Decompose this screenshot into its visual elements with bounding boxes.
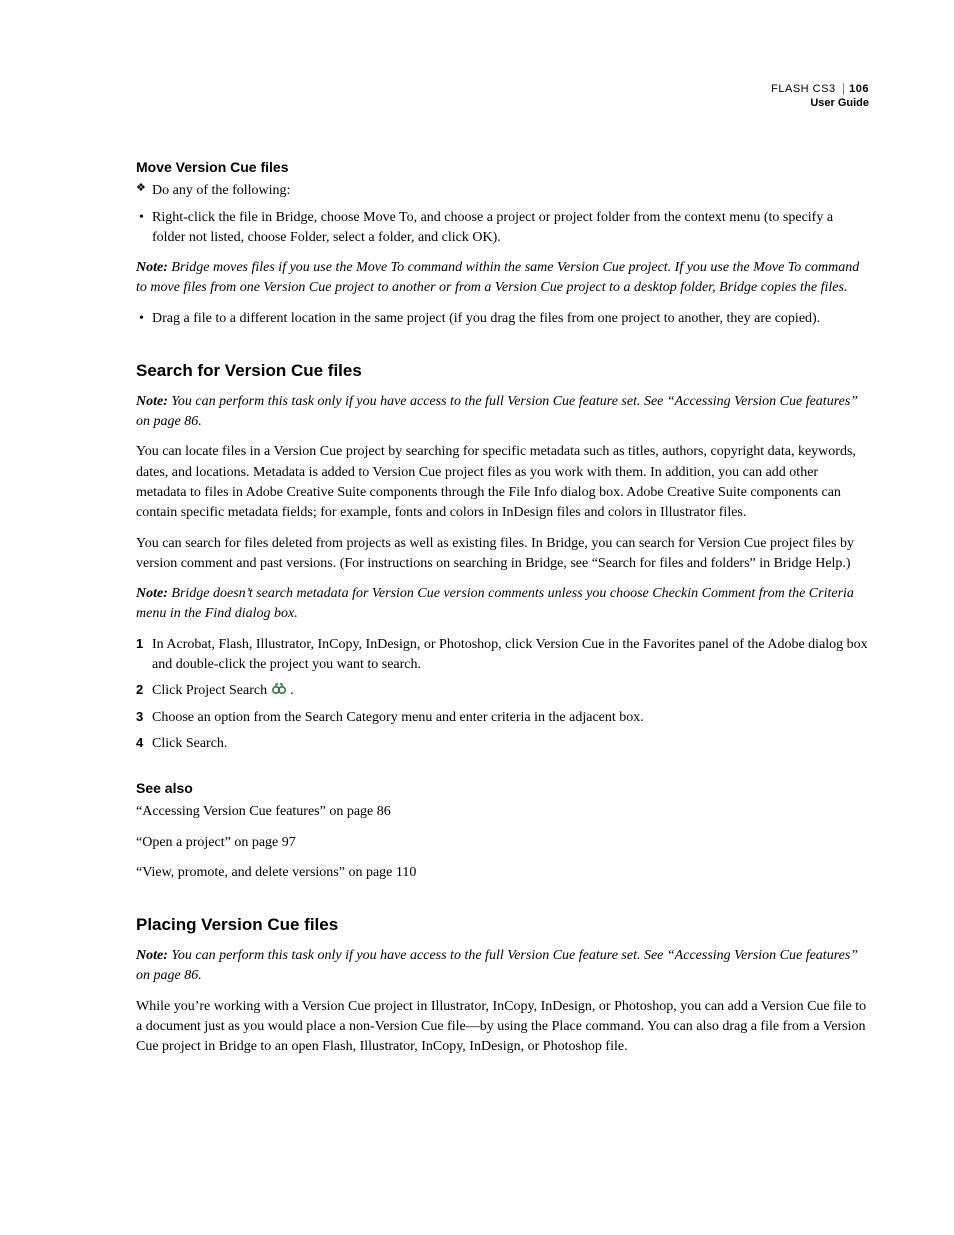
link-view-versions[interactable]: “View, promote, and delete versions” on … <box>136 863 869 883</box>
step-2: 2 Click Project Search . <box>136 681 869 701</box>
page-header: FLASH CS3 106 User Guide <box>771 82 869 111</box>
heading-move-files: Move Version Cue files <box>136 157 869 177</box>
note-label: Note: <box>136 948 168 963</box>
note-bridge-search: Note: Bridge doesn’t search metadata for… <box>136 584 869 625</box>
bullet-drag-file: Drag a file to a different location in t… <box>136 309 869 329</box>
page-number: 106 <box>843 83 869 95</box>
product-name: FLASH CS3 <box>771 83 835 95</box>
step-number: 3 <box>136 708 143 727</box>
link-open-project[interactable]: “Open a project” on page 97 <box>136 833 869 853</box>
step-4: 4 Click Search. <box>136 734 869 754</box>
note-search-access: Note: You can perform this task only if … <box>136 392 869 433</box>
para-placing: While you’re working with a Version Cue … <box>136 997 869 1058</box>
heading-see-also: See also <box>136 778 869 798</box>
step-3: 3 Choose an option from the Search Categ… <box>136 708 869 728</box>
heading-search: Search for Version Cue files <box>136 359 869 384</box>
note-text: You can perform this task only if you ha… <box>136 948 858 983</box>
step-number: 2 <box>136 681 143 700</box>
guide-name: User Guide <box>771 96 869 110</box>
step-text: Choose an option from the Search Categor… <box>152 710 644 725</box>
link-accessing-features[interactable]: “Accessing Version Cue features” on page… <box>136 802 869 822</box>
note-text: Bridge doesn’t search metadata for Versi… <box>136 586 854 621</box>
step-text: Click Search. <box>152 736 227 751</box>
note-label: Note: <box>136 260 168 275</box>
step-number: 4 <box>136 734 143 753</box>
step-text-after: . <box>287 683 294 698</box>
binoculars-icon <box>271 682 287 696</box>
note-label: Note: <box>136 586 168 601</box>
para-search-deleted: You can search for files deleted from pr… <box>136 534 869 575</box>
step-text: In Acrobat, Flash, Illustrator, InCopy, … <box>152 637 868 672</box>
para-locate-files: You can locate files in a Version Cue pr… <box>136 442 869 523</box>
lead-instruction: Do any of the following: <box>136 181 869 201</box>
bullet-right-click: Right-click the file in Bridge, choose M… <box>136 208 869 249</box>
step-1: 1 In Acrobat, Flash, Illustrator, InCopy… <box>136 635 869 676</box>
step-number: 1 <box>136 635 143 654</box>
heading-placing: Placing Version Cue files <box>136 913 869 938</box>
note-label: Note: <box>136 394 168 409</box>
note-placing-access: Note: You can perform this task only if … <box>136 946 869 987</box>
note-move-behavior: Note: Bridge moves files if you use the … <box>136 258 869 299</box>
note-text: Bridge moves files if you use the Move T… <box>136 260 859 295</box>
step-text-before: Click Project Search <box>152 683 271 698</box>
note-text: You can perform this task only if you ha… <box>136 394 858 429</box>
